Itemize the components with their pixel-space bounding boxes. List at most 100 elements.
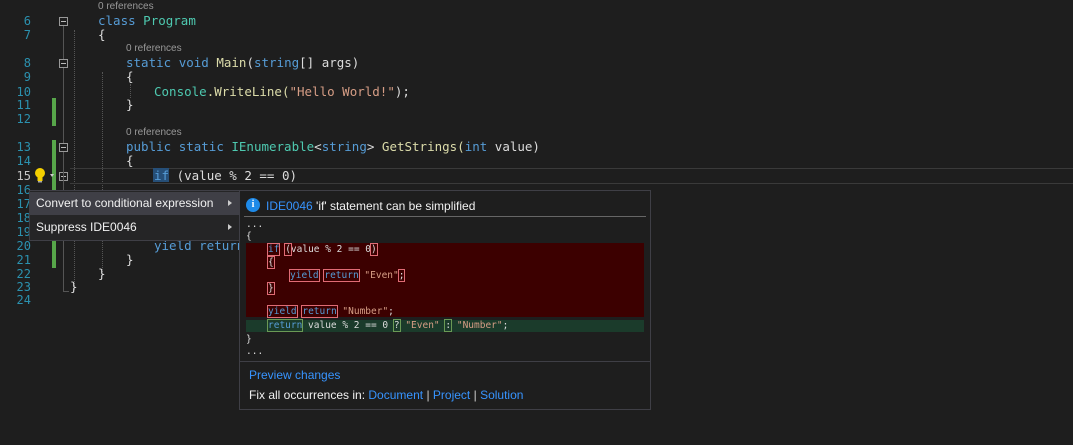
code-text: value % 2 == 0 (302, 320, 394, 331)
string-literal: "Hello World!" (289, 84, 395, 99)
removed-token: yield (289, 269, 320, 282)
code-line: { (246, 231, 252, 242)
line-number: 20 (16, 239, 31, 253)
code-line[interactable]: public static IEnumerable<string> GetStr… (126, 140, 540, 154)
line-number: 15 (16, 169, 31, 183)
keyword: public (126, 139, 172, 154)
punctuation: ( (246, 55, 254, 70)
code-ellipsis: ... (246, 219, 264, 230)
line-number: 19 (16, 225, 31, 239)
code-line: yield return "Number"; (267, 305, 394, 318)
code-text: (value % 2 == 0) (169, 168, 297, 183)
diagnostic-header: IDE0046 'if' statement can be simplified (266, 199, 475, 213)
code-line[interactable]: } (126, 98, 134, 112)
codelens-references[interactable]: 0 references (126, 127, 182, 139)
removed-token: yield (267, 305, 298, 318)
keyword: void (178, 55, 209, 70)
keyword: static (126, 55, 172, 70)
fix-all-row: Fix all occurrences in: Document | Proje… (249, 388, 523, 402)
type-name: Console (154, 84, 207, 99)
method-name: Main (216, 55, 247, 70)
code-line[interactable]: class Program (98, 14, 196, 28)
codelens-references[interactable]: 0 references (98, 1, 154, 13)
info-icon: i (246, 198, 260, 212)
indent-guide (74, 30, 75, 290)
keyword: int (464, 139, 488, 154)
line-number: 8 (23, 56, 31, 70)
method-name: GetStrings( (374, 139, 465, 154)
removed-token: if (266, 243, 281, 256)
preview-changes-link[interactable]: Preview changes (249, 368, 340, 382)
string-literal: "Number" (342, 306, 389, 317)
fix-preview-pane: i IDE0046 'if' statement can be simplifi… (239, 190, 651, 410)
line-number: 22 (16, 267, 31, 281)
fix-all-document-link[interactable]: Document (368, 388, 423, 402)
diagnostic-message: 'if' statement can be simplified (316, 199, 476, 213)
divider (240, 361, 650, 362)
line-number: 13 (16, 140, 31, 154)
code-line[interactable]: { (126, 70, 134, 84)
line-number: 24 (16, 293, 31, 307)
lightbulb-icon (35, 168, 54, 183)
quick-actions-button[interactable] (32, 167, 56, 184)
fix-all-solution-link[interactable]: Solution (480, 388, 523, 402)
keyword: if (154, 168, 170, 183)
separator: | (426, 388, 430, 402)
collapse-icon[interactable] (59, 59, 68, 68)
removed-token: { (267, 256, 275, 269)
keyword: static (178, 139, 224, 154)
added-token: ? (392, 319, 401, 332)
menu-item-suppress[interactable]: Suppress IDE0046 (30, 216, 239, 239)
outline-guide (63, 291, 69, 292)
collapse-icon[interactable] (59, 17, 68, 26)
line-number: 10 (16, 85, 31, 99)
keyword: string (321, 139, 367, 154)
code-text: value) (487, 139, 540, 154)
code-line[interactable]: { (98, 28, 106, 42)
removed-token: } (267, 282, 275, 295)
submenu-arrow-icon (228, 224, 232, 230)
keyword: class (98, 13, 136, 28)
code-line[interactable]: { (126, 154, 134, 168)
menu-item-label: Convert to conditional expression (36, 196, 214, 210)
punctuation: ); (394, 84, 410, 99)
line-number: 9 (23, 70, 31, 84)
code-line[interactable]: if (value % 2 == 0) (154, 169, 297, 183)
code-line[interactable]: static void Main(string[] args) (126, 56, 359, 70)
line-number: 7 (23, 28, 31, 42)
line-number: 23 (16, 280, 31, 294)
separator: | (473, 388, 477, 402)
code-line[interactable]: } (70, 280, 78, 294)
line-number: 18 (16, 211, 31, 225)
type-name: Program (143, 13, 196, 28)
keyword: string (253, 55, 300, 70)
code-line[interactable]: yield return (154, 239, 244, 253)
code-line: if (value % 2 == 0) (266, 243, 378, 256)
code-ellipsis: ... (246, 346, 264, 357)
removed-token: ; (397, 269, 406, 282)
menu-item-label: Suppress IDE0046 (36, 220, 137, 234)
diagnostic-id-link[interactable]: IDE0046 (266, 199, 313, 213)
added-token: return (266, 319, 304, 332)
punctuation: < (314, 139, 322, 154)
punctuation: ; (502, 320, 509, 331)
outline-guide (63, 68, 64, 143)
divider (244, 216, 646, 217)
line-number: 12 (16, 112, 31, 126)
code-line[interactable]: } (98, 267, 106, 281)
method-name: .WriteLine( (206, 84, 290, 99)
codelens-references[interactable]: 0 references (126, 43, 182, 55)
code-line[interactable]: } (126, 253, 134, 267)
menu-item-convert-to-conditional[interactable]: Convert to conditional expression (30, 192, 239, 215)
fix-all-project-link[interactable]: Project (433, 388, 470, 402)
line-number: 21 (16, 253, 31, 267)
code-line[interactable]: Console.WriteLine("Hello World!"); (154, 85, 410, 99)
collapse-icon[interactable] (59, 143, 68, 152)
line-number: 14 (16, 154, 31, 168)
code-line: } (267, 282, 275, 295)
type-name: IEnumerable (231, 139, 315, 154)
added-token: : (444, 319, 453, 332)
string-literal: "Even" (364, 270, 399, 281)
quick-actions-menu: Convert to conditional expression Suppre… (29, 190, 240, 241)
code-line: return value % 2 == 0 ? "Even" : "Number… (266, 319, 509, 332)
